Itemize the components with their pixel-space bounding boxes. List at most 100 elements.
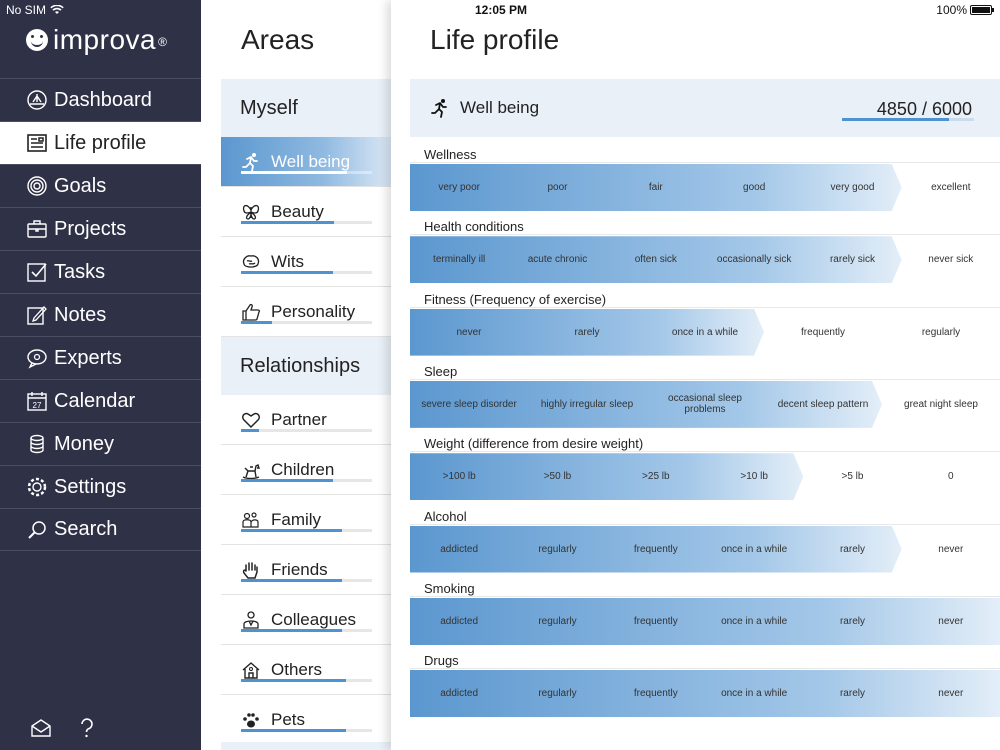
area-item-others[interactable]: Others xyxy=(221,645,391,695)
area-item-beauty[interactable]: Beauty xyxy=(221,187,391,237)
metric-option[interactable]: never xyxy=(410,309,528,356)
metric-option[interactable]: addicted xyxy=(410,670,508,717)
paw-icon xyxy=(241,710,261,730)
nav-item-projects[interactable]: Projects xyxy=(0,207,201,250)
metric-option[interactable]: never xyxy=(902,598,1000,645)
metric-option[interactable]: severe sleep disorder xyxy=(410,381,528,428)
metric-option[interactable]: highly irregular sleep xyxy=(528,381,646,428)
metric-option[interactable]: great night sleep xyxy=(882,381,1000,428)
thumbs-up-icon xyxy=(241,302,261,322)
score-progress-bar xyxy=(842,118,974,121)
house-icon xyxy=(241,660,261,680)
metric-option[interactable]: >10 lb xyxy=(705,453,803,500)
help-icon[interactable] xyxy=(76,717,98,739)
nav-item-life-profile[interactable]: Life profile xyxy=(0,121,201,164)
area-item-colleagues[interactable]: Colleagues xyxy=(221,595,391,645)
area-item-wits[interactable]: Wits xyxy=(221,237,391,287)
metric-option[interactable]: once in a while xyxy=(705,526,803,573)
search-icon xyxy=(26,519,48,541)
area-progress-fill xyxy=(241,221,334,224)
area-progress-bar xyxy=(241,429,372,432)
area-progress-fill xyxy=(241,321,273,324)
nav-item-notes[interactable]: Notes xyxy=(0,293,201,336)
metric-scale: >100 lb >50 lb >25 lb >10 lb >5 lb 0 xyxy=(410,451,1000,501)
metric-sleep: Sleep severe sleep disorder highly irregul… xyxy=(410,362,1000,434)
nav-item-goals[interactable]: Goals xyxy=(0,164,201,207)
metric-option[interactable]: terminally ill xyxy=(410,236,508,283)
metric-option[interactable]: acute chronic xyxy=(508,236,606,283)
metric-option[interactable]: very good xyxy=(803,164,901,211)
goals-icon xyxy=(26,175,48,197)
metric-option[interactable]: very poor xyxy=(410,164,508,211)
area-progress-bar xyxy=(241,729,372,732)
metric-label: Alcohol xyxy=(424,508,467,524)
metric-option[interactable]: often sick xyxy=(607,236,705,283)
metric-option[interactable]: fair xyxy=(607,164,705,211)
metric-option[interactable]: rarely xyxy=(803,670,901,717)
metric-option[interactable]: regularly xyxy=(508,670,606,717)
metric-option[interactable]: occasionally sick xyxy=(705,236,803,283)
dashboard-icon xyxy=(26,89,48,111)
metric-option[interactable]: rarely xyxy=(803,598,901,645)
hand-icon xyxy=(241,560,261,580)
metric-option[interactable]: >50 lb xyxy=(508,453,606,500)
metric-option[interactable]: >100 lb xyxy=(410,453,508,500)
metric-option[interactable]: rarely xyxy=(803,526,901,573)
mail-icon[interactable] xyxy=(30,717,52,739)
metric-option[interactable]: regularly xyxy=(508,526,606,573)
metric-scale: addicted regularly frequently once in a whi… xyxy=(410,595,1000,645)
metric-option[interactable]: excellent xyxy=(902,164,1000,211)
nav-item-experts[interactable]: Experts xyxy=(0,336,201,379)
metric-option[interactable]: frequently xyxy=(607,670,705,717)
area-item-label: Beauty xyxy=(271,201,324,221)
projects-icon xyxy=(26,218,48,240)
nav-item-label: Life profile xyxy=(54,131,147,154)
nav-item-dashboard[interactable]: Dashboard xyxy=(0,78,201,121)
metric-fitness: Fitness (Frequency of exercise) never rare… xyxy=(410,290,1000,362)
metric-option[interactable]: occasional sleep problems xyxy=(646,381,764,428)
metric-option[interactable]: once in a while xyxy=(646,309,764,356)
metric-option[interactable]: decent sleep pattern xyxy=(764,381,882,428)
area-item-well-being[interactable]: Well being xyxy=(221,137,391,187)
metric-option[interactable]: >5 lb xyxy=(803,453,901,500)
metric-option[interactable]: addicted xyxy=(410,598,508,645)
metric-option[interactable]: regularly xyxy=(508,598,606,645)
metric-option[interactable]: once in a while xyxy=(705,670,803,717)
metric-option[interactable]: never xyxy=(902,670,1000,717)
metric-option[interactable]: rarely sick xyxy=(803,236,901,283)
area-item-label: Children xyxy=(271,459,335,479)
metric-option[interactable]: >25 lb xyxy=(607,453,705,500)
metric-option[interactable]: never sick xyxy=(902,236,1000,283)
metric-option[interactable]: frequently xyxy=(764,309,882,356)
metric-option[interactable]: regularly xyxy=(882,309,1000,356)
area-item-personality[interactable]: Personality xyxy=(221,287,391,337)
metric-option[interactable]: never xyxy=(902,526,1000,573)
nav-item-money[interactable]: Money xyxy=(0,422,201,465)
nav-item-calendar[interactable]: 27 Calendar xyxy=(0,379,201,422)
metric-options: >100 lb >50 lb >25 lb >10 lb >5 lb 0 xyxy=(410,453,1000,500)
metric-option[interactable]: good xyxy=(705,164,803,211)
metric-option[interactable]: frequently xyxy=(607,526,705,573)
area-item-pets[interactable]: Pets xyxy=(221,695,391,745)
area-progress-bar xyxy=(241,529,372,532)
metric-option[interactable]: rarely xyxy=(528,309,646,356)
area-item-family[interactable]: Family xyxy=(221,495,391,545)
nav-item-label: Calendar xyxy=(54,389,136,412)
metric-options: addicted regularly frequently once in a whi… xyxy=(410,670,1000,717)
metric-options: terminally ill acute chronic often sick occ… xyxy=(410,236,1000,283)
metric-option[interactable]: frequently xyxy=(607,598,705,645)
nav-item-tasks[interactable]: Tasks xyxy=(0,250,201,293)
area-item-label: Others xyxy=(271,659,323,679)
metric-option[interactable]: addicted xyxy=(410,526,508,573)
nav-item-settings[interactable]: Settings xyxy=(0,465,201,508)
metric-option[interactable]: once in a while xyxy=(705,598,803,645)
area-item-partner[interactable]: Partner xyxy=(221,395,391,445)
metric-option[interactable]: 0 xyxy=(902,453,1000,500)
area-item-friends[interactable]: Friends xyxy=(221,545,391,595)
metric-option[interactable]: poor xyxy=(508,164,606,211)
nav-item-search[interactable]: Search xyxy=(0,508,201,551)
area-progress-bar xyxy=(241,221,372,224)
area-item-label: Friends xyxy=(271,559,328,579)
area-item-children[interactable]: Children xyxy=(221,445,391,495)
battery-label: 100% xyxy=(936,3,967,17)
